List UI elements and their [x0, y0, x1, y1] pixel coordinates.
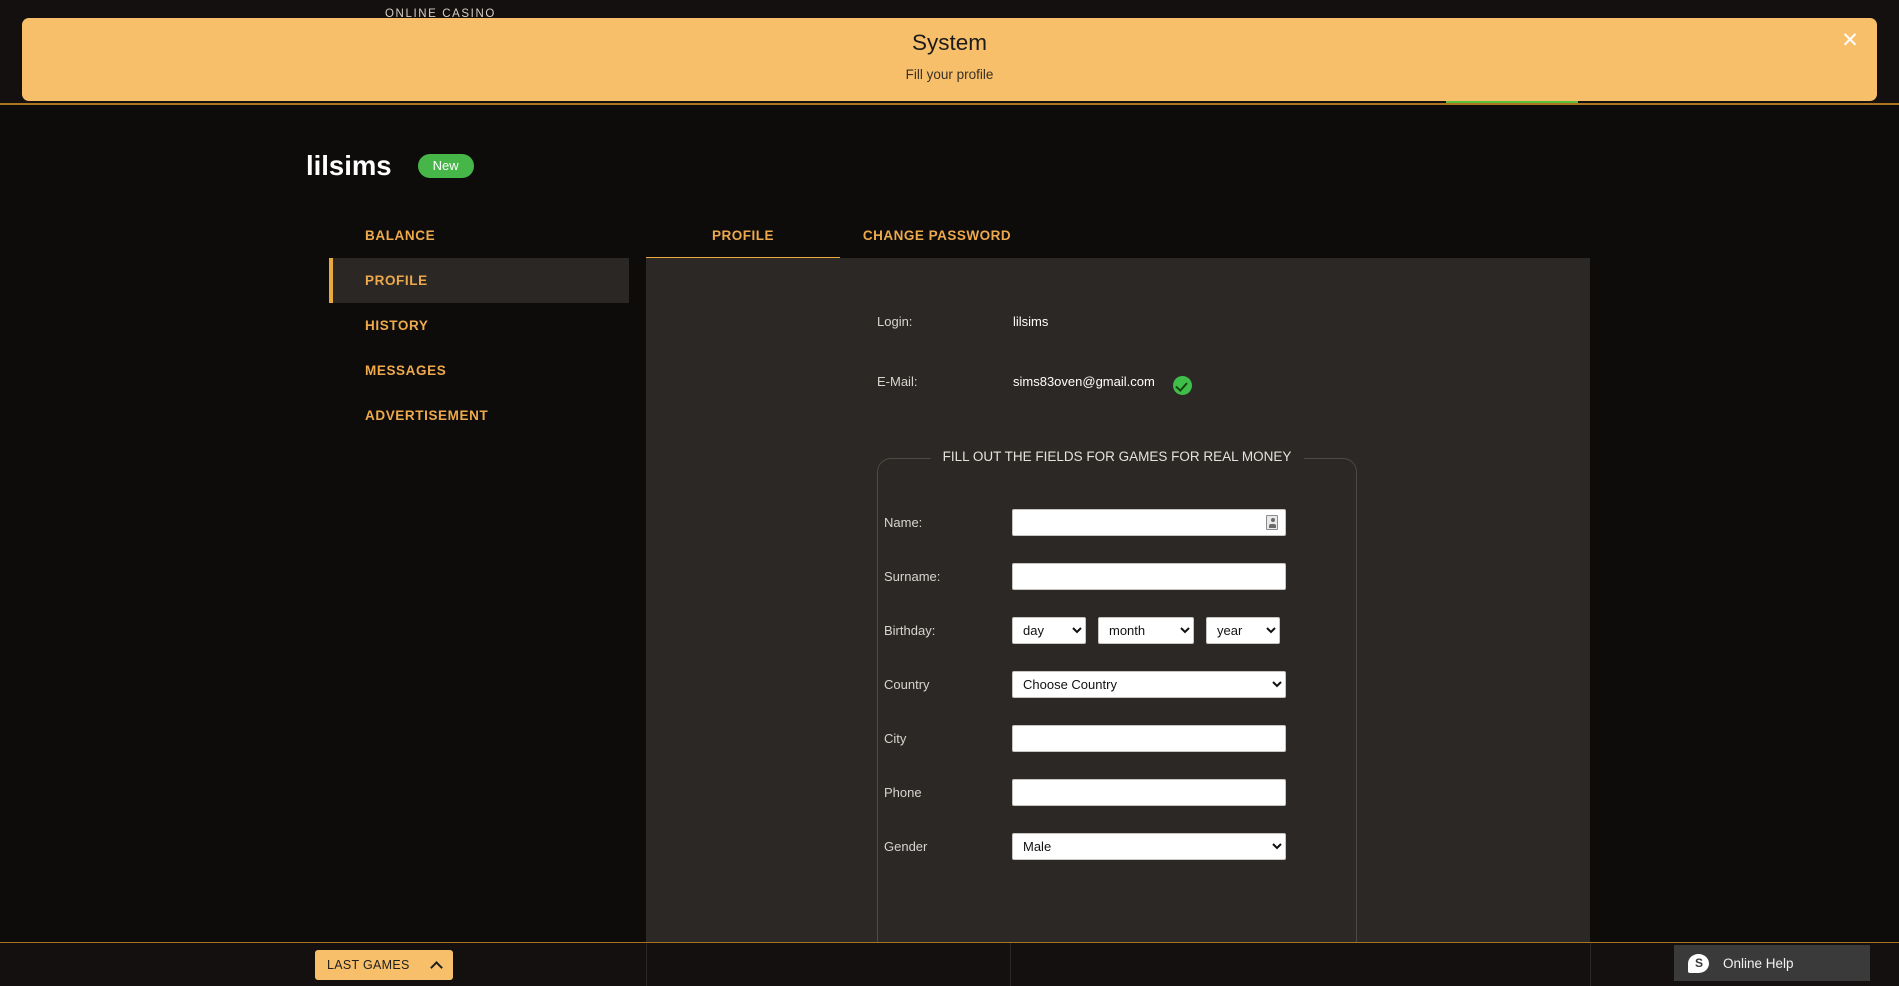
- field-row-city: City: [878, 725, 1358, 752]
- name-label: Name:: [884, 515, 923, 530]
- field-row-gender: Gender Male: [878, 833, 1358, 860]
- sidebar-item-balance[interactable]: BALANCE: [329, 213, 629, 258]
- footer-divider-1: [646, 943, 647, 986]
- gender-select[interactable]: Male: [1012, 833, 1286, 860]
- sidebar: BALANCE PROFILE HISTORY MESSAGES ADVERTI…: [329, 213, 629, 438]
- online-help-widget[interactable]: Online Help: [1674, 945, 1870, 981]
- birthday-month-select[interactable]: month: [1098, 617, 1194, 644]
- sidebar-item-history[interactable]: HISTORY: [329, 303, 629, 348]
- gender-label: Gender: [884, 839, 928, 854]
- sidebar-item-profile[interactable]: PROFILE: [329, 258, 629, 303]
- sidebar-item-label: PROFILE: [365, 273, 428, 288]
- status-badge: New: [417, 154, 474, 178]
- birthday-day-select[interactable]: day: [1012, 617, 1086, 644]
- last-games-toggle[interactable]: LAST GAMES: [315, 950, 453, 980]
- footer-divider-3: [1590, 943, 1591, 986]
- birthday-year-select[interactable]: year: [1206, 617, 1280, 644]
- phone-label: Phone: [884, 785, 922, 800]
- close-icon[interactable]: ✕: [1835, 26, 1865, 56]
- profile-panel: Login: lilsims E-Mail: sims83oven@gmail.…: [646, 258, 1590, 986]
- system-notification-banner: System Fill your profile ✕: [22, 18, 1877, 101]
- real-money-fieldset: FILL OUT THE FIELDS FOR GAMES FOR REAL M…: [877, 449, 1358, 986]
- surname-label: Surname:: [884, 569, 941, 584]
- fieldset-legend: FILL OUT THE FIELDS FOR GAMES FOR REAL M…: [930, 449, 1304, 464]
- footer-bar: [0, 942, 1899, 986]
- email-value: sims83oven@gmail.com: [1013, 374, 1155, 389]
- birthday-label: Birthday:: [884, 623, 936, 638]
- online-help-label: Online Help: [1723, 955, 1794, 971]
- banner-title: System: [911, 30, 987, 55]
- phone-input[interactable]: [1012, 779, 1286, 806]
- surname-input[interactable]: [1012, 563, 1286, 590]
- chat-bubble-icon: [1688, 953, 1709, 973]
- verified-check-icon: [1172, 376, 1192, 395]
- email-row: E-Mail: sims83oven@gmail.com: [877, 372, 1192, 395]
- name-input-wrapper: [1012, 509, 1286, 536]
- city-label: City: [884, 731, 907, 746]
- field-row-birthday: Birthday: day month year: [878, 617, 1358, 644]
- sidebar-item-advertisement[interactable]: ADVERTISEMENT: [329, 393, 629, 438]
- country-select[interactable]: Choose Country: [1012, 671, 1286, 698]
- footer-divider-2: [1010, 943, 1011, 986]
- sidebar-item-label: BALANCE: [365, 228, 436, 243]
- user-header: lilsims New: [306, 150, 474, 182]
- login-label: Login:: [877, 314, 913, 329]
- tab-label: CHANGE PASSWORD: [862, 228, 1012, 243]
- field-row-name: Name:: [878, 509, 1358, 536]
- field-row-country: Country Choose Country: [878, 671, 1358, 698]
- field-row-phone: Phone: [878, 779, 1358, 806]
- sidebar-item-messages[interactable]: MESSAGES: [329, 348, 629, 393]
- sidebar-item-label: HISTORY: [365, 318, 429, 333]
- country-label: Country: [884, 677, 930, 692]
- header-spacer: [0, 105, 1899, 115]
- chevron-up-icon: [429, 960, 443, 974]
- sidebar-item-label: ADVERTISEMENT: [365, 408, 489, 423]
- page-title: lilsims: [306, 150, 392, 181]
- login-row: Login: lilsims: [877, 314, 1048, 329]
- name-input[interactable]: [1012, 509, 1286, 536]
- tab-bar: PROFILE CHANGE PASSWORD: [646, 214, 1590, 260]
- last-games-label: LAST GAMES: [327, 958, 410, 972]
- field-row-surname: Surname:: [878, 563, 1358, 590]
- contact-card-icon[interactable]: [1266, 515, 1278, 530]
- email-label: E-Mail:: [877, 374, 918, 389]
- login-value: lilsims: [1013, 314, 1049, 329]
- banner-subtitle: Fill your profile: [905, 67, 994, 82]
- page-root: ONLINE CASINO System Fill your profile ✕…: [0, 0, 1899, 986]
- tab-label: PROFILE: [711, 228, 774, 243]
- tab-profile[interactable]: PROFILE: [646, 214, 840, 260]
- city-input[interactable]: [1012, 725, 1286, 752]
- sidebar-item-label: MESSAGES: [365, 363, 447, 378]
- tab-change-password[interactable]: CHANGE PASSWORD: [840, 214, 1034, 260]
